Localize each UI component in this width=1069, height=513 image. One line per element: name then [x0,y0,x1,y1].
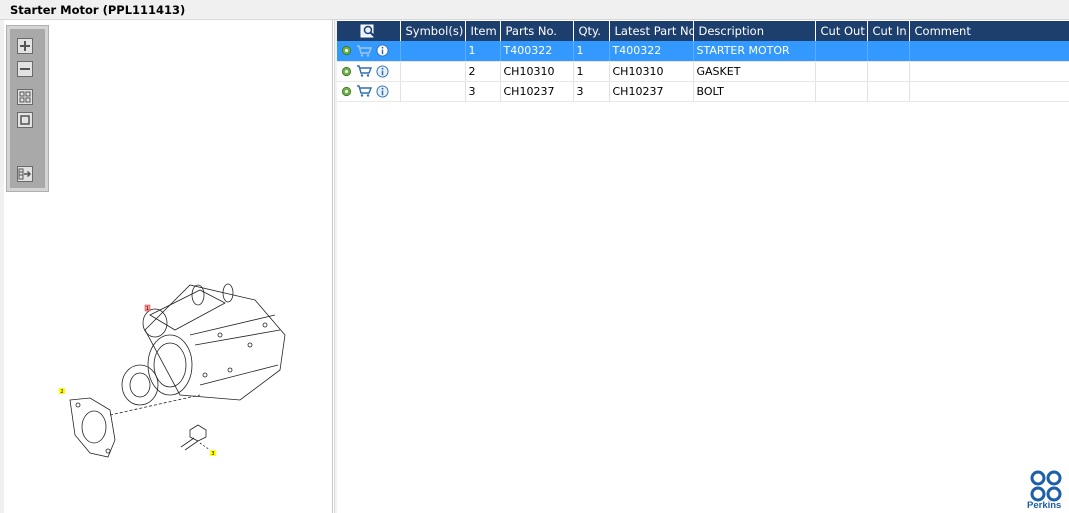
column-header-description[interactable]: Description [693,21,816,41]
column-header-symbols[interactable]: Symbol(s) [400,21,466,41]
cell-qty: 1 [573,41,610,62]
exploded-parts-drawing[interactable]: 1 2 3 [50,275,300,475]
column-header-comment[interactable]: Comment [909,21,1069,41]
cell-cut-out [815,61,868,82]
export-button[interactable] [17,166,33,182]
cell-latest-part-no: CH10237 [609,81,694,102]
callout-label: 2 [60,389,63,395]
column-header-tools[interactable] [337,21,401,41]
bolt-illustration[interactable] [180,424,211,451]
cell-description: STARTER MOTOR [693,41,816,62]
cell-description: GASKET [693,61,816,82]
cell-symbols [400,41,466,62]
window-title: Starter Motor (PPL111413) [10,3,186,17]
cell-part-no: CH10310 [500,61,574,82]
cell-cut-in [867,61,910,82]
zoom-toolbox [6,25,49,192]
starter-motor-illustration[interactable] [109,283,286,416]
cart-icon[interactable] [356,65,372,77]
cell-cut-out [815,81,868,102]
table-row[interactable]: 2 CH10310 1 CH10310 GASKET [337,61,1069,82]
parts-table: Symbol(s) Item Parts No. Qty. Latest Par… [337,21,1069,102]
cell-part-no: T400322 [500,41,574,62]
info-icon[interactable] [376,64,389,78]
callout-1[interactable]: 1 [144,304,151,312]
title-bar: Starter Motor (PPL111413) [0,0,1069,20]
plus-icon [20,41,30,51]
column-header-cut-in[interactable]: Cut In [867,21,910,41]
cell-item: 2 [465,61,501,82]
column-header-parts-no[interactable]: Parts No. [500,21,574,41]
square-icon [20,115,30,125]
search-icon[interactable] [360,23,376,39]
info-icon[interactable] [376,84,389,98]
table-row[interactable]: 3 CH10237 3 CH10237 BOLT [337,81,1069,102]
cell-item: 3 [465,81,501,102]
grid-icon [19,91,31,103]
gasket-illustration[interactable] [69,397,116,458]
column-header-cut-out[interactable]: Cut Out [815,21,868,41]
cell-qty: 3 [573,81,610,102]
cell-part-no: CH10237 [500,81,574,102]
row-actions [337,61,401,82]
column-header-qty[interactable]: Qty. [573,21,610,41]
callout-2[interactable]: 2 [59,388,65,395]
gear-icon[interactable] [341,45,352,56]
table-header: Symbol(s) Item Parts No. Qty. Latest Par… [337,21,1069,41]
callout-label: 3 [211,451,214,457]
drawing-pane[interactable]: 1 2 3 [0,20,333,513]
row-actions [337,81,401,102]
info-icon[interactable] [376,44,389,57]
gear-icon[interactable] [341,86,352,97]
minus-icon [20,68,30,70]
cell-item: 1 [465,41,501,62]
brand-name: Perkins [1027,500,1062,511]
callout-label: 1 [146,306,149,312]
cell-qty: 1 [573,61,610,82]
fit-all-button[interactable] [17,89,33,105]
column-header-latest-part-no[interactable]: Latest Part No. [609,21,694,41]
zoom-in-button[interactable] [17,38,33,54]
cell-latest-part-no: CH10310 [609,61,694,82]
cell-description: BOLT [693,81,816,102]
cell-latest-part-no: T400322 [609,41,694,62]
column-header-item[interactable]: Item [465,21,501,41]
cell-symbols [400,81,466,102]
cell-symbols [400,61,466,82]
table-row[interactable]: 1 T400322 1 T400322 STARTER MOTOR [337,41,1069,62]
cart-icon[interactable] [356,85,372,97]
row-actions [337,41,401,62]
cell-cut-out [815,41,868,62]
zoom-out-button[interactable] [17,61,33,77]
cart-icon[interactable] [356,45,372,57]
gear-icon[interactable] [341,66,352,77]
cell-comment [909,61,1069,82]
actual-size-button[interactable] [17,112,33,128]
export-icon [18,168,32,180]
cell-comment [909,41,1069,62]
cell-cut-in [867,41,910,62]
callout-3[interactable]: 3 [210,450,216,457]
cell-comment [909,81,1069,102]
cell-cut-in [867,81,910,102]
